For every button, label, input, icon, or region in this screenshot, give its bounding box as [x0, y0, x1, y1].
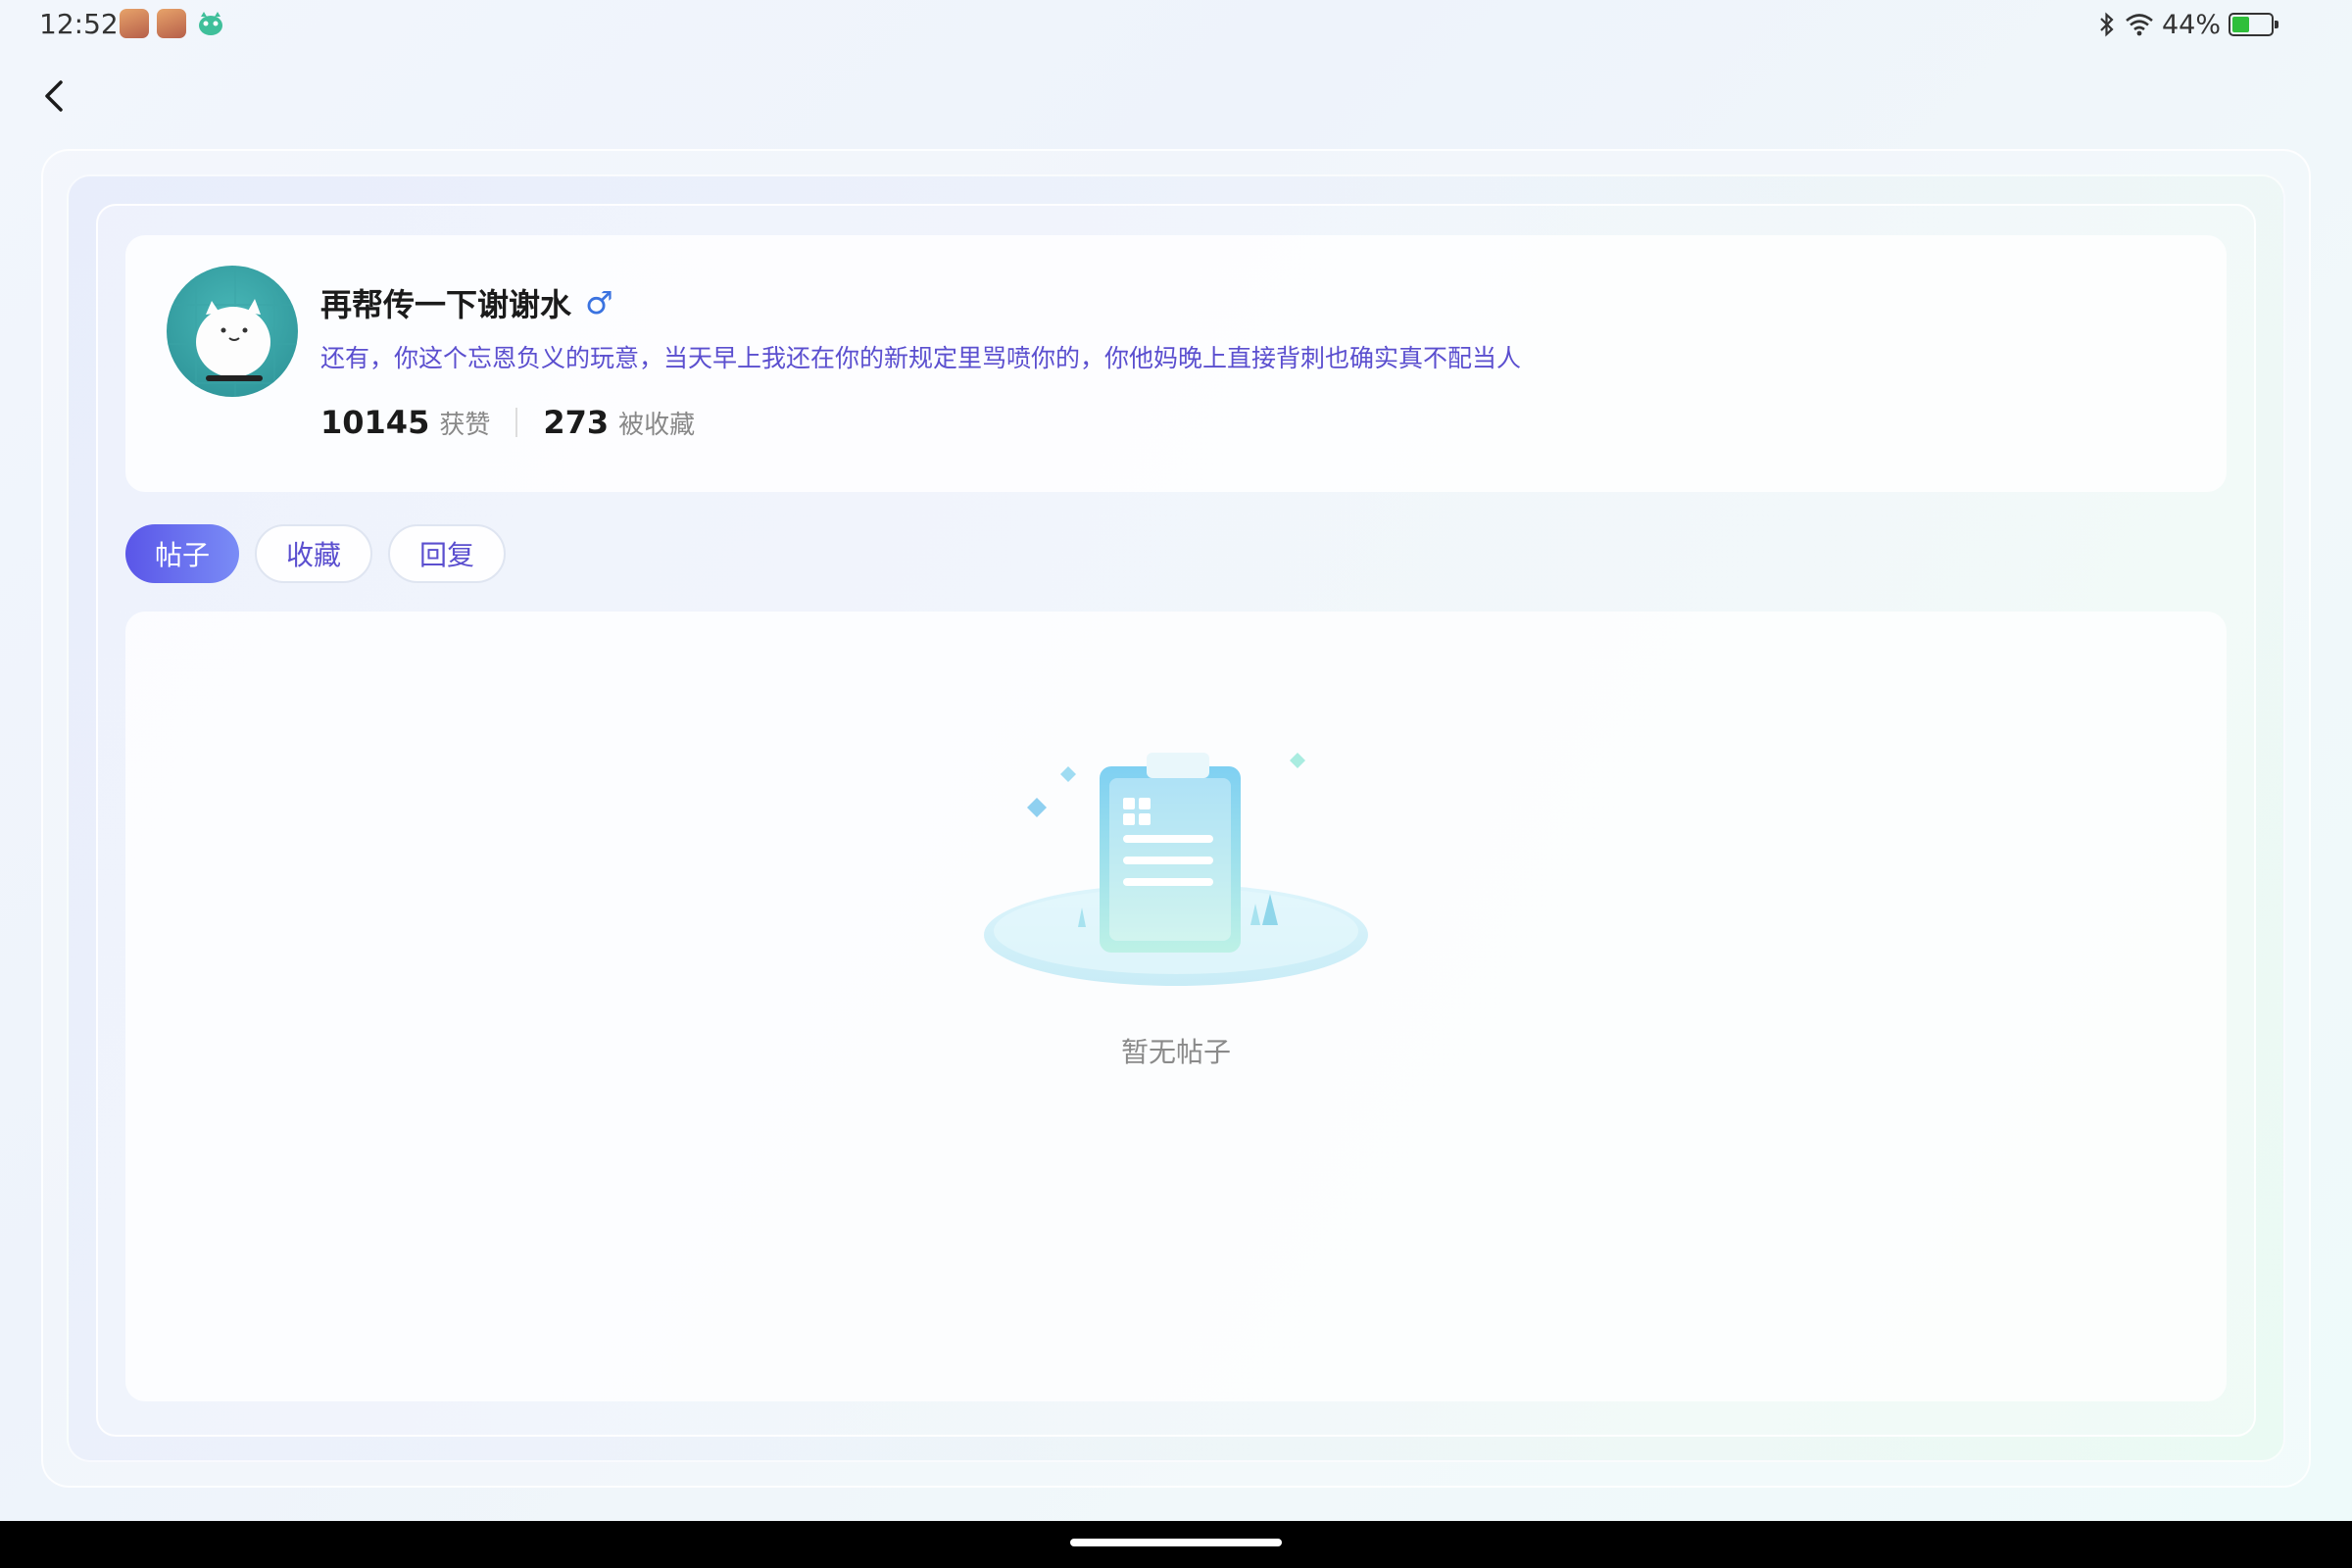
status-time: 12:52	[39, 8, 119, 40]
status-right: 44%	[2097, 8, 2278, 41]
avatar[interactable]	[167, 266, 298, 397]
empty-state-text: 暂无帖子	[1120, 1036, 1231, 1068]
stat-divider	[515, 408, 518, 437]
likes-label: 获赞	[439, 411, 491, 440]
home-indicator[interactable]	[1070, 1539, 1282, 1546]
clipboard-illustration-icon	[984, 753, 1368, 986]
profile-card: 再帮传一下谢谢水 ♂ 还有，你这个忘恩负义的玩意，当天早上我还在你的新规定里骂喷…	[125, 235, 2227, 492]
posts-panel: 暂无帖子	[125, 612, 2227, 1401]
battery-percent: 44%	[2161, 9, 2221, 40]
favorited-count: 273	[543, 404, 610, 441]
notification-app-icon	[157, 9, 186, 38]
wifi-icon	[2126, 14, 2153, 36]
system-nav-bar	[0, 1521, 2352, 1568]
battery-level	[2232, 17, 2249, 32]
tab-posts[interactable]: 帖子	[125, 524, 240, 583]
avatar-image	[167, 266, 298, 397]
chevron-left-icon	[45, 80, 63, 112]
tab-favorites[interactable]: 收藏	[255, 524, 373, 583]
notification-app-icon	[199, 12, 222, 35]
favorited-label: 被收藏	[618, 411, 696, 440]
name-row: 再帮传一下谢谢水 ♂	[320, 280, 613, 325]
user-bio: 还有，你这个忘恩负义的玩意，当天早上我还在你的新规定里骂喷你的，你他妈晚上直接背…	[320, 344, 1522, 372]
male-gender-icon: ♂	[585, 284, 613, 321]
bluetooth-icon	[2100, 12, 2114, 37]
notification-app-icon	[120, 9, 149, 38]
username: 再帮传一下谢谢水	[320, 286, 572, 323]
battery-icon	[2229, 13, 2278, 36]
back-button[interactable]	[33, 73, 74, 120]
status-bar: 12:52 44%	[0, 0, 2352, 49]
profile-tabs: 帖子 收藏 回复	[125, 524, 507, 583]
likes-count: 10145	[320, 404, 430, 441]
user-stats: 10145 获赞 273 被收藏	[320, 404, 695, 441]
tab-replies[interactable]: 回复	[388, 524, 507, 583]
